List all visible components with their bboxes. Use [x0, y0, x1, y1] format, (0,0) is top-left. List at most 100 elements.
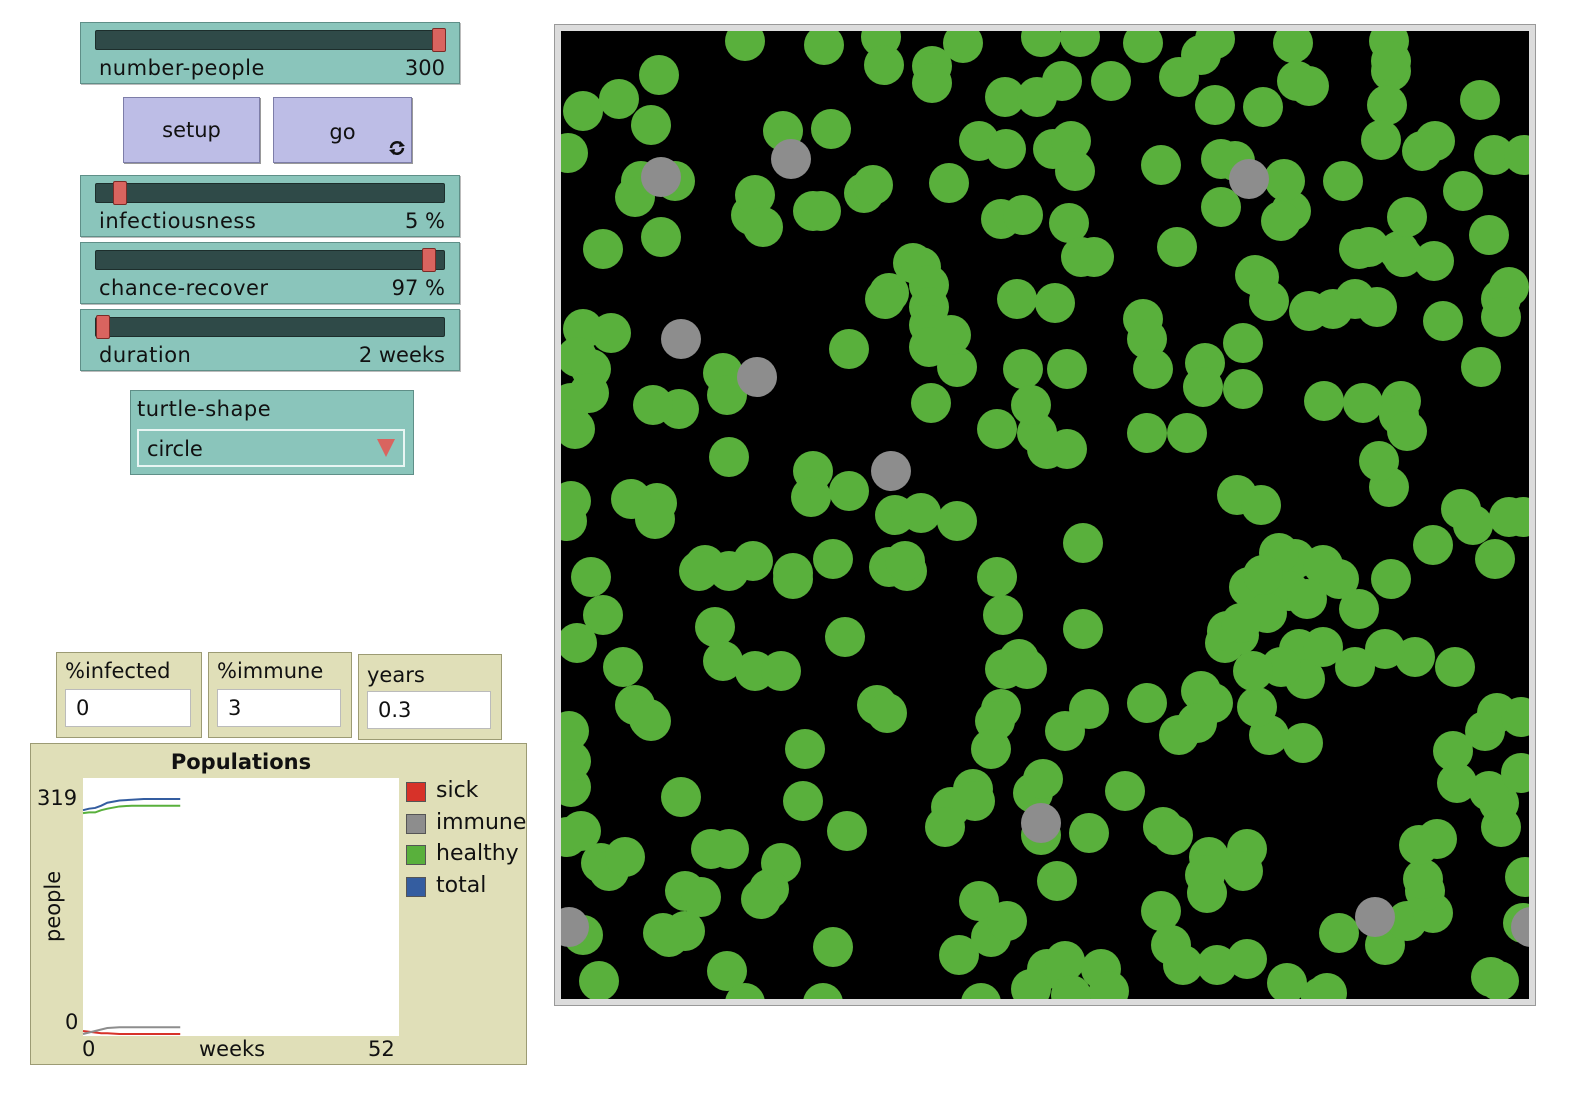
turtle-healthy	[1402, 131, 1442, 171]
turtle-healthy	[885, 541, 925, 581]
world-view[interactable]	[561, 31, 1529, 999]
slider-value: 97 %	[391, 276, 445, 300]
turtle-healthy	[629, 699, 669, 739]
monitor-value-box: 3	[217, 689, 341, 727]
turtle-healthy	[939, 935, 979, 975]
slider-thumb[interactable]	[112, 181, 127, 205]
turtle-healthy	[1223, 369, 1263, 409]
turtle-healthy	[1091, 61, 1131, 101]
turtle-healthy	[743, 207, 783, 247]
turtle-healthy	[603, 647, 643, 687]
slider-track[interactable]	[95, 28, 446, 52]
turtle-healthy	[1359, 441, 1399, 481]
turtle-healthy	[1435, 647, 1475, 687]
slider-duration[interactable]: duration 2 weeks	[80, 309, 460, 371]
legend-swatch	[406, 845, 426, 865]
slider-track[interactable]	[95, 181, 445, 205]
turtle-healthy	[1127, 413, 1167, 453]
turtle-healthy	[635, 499, 675, 539]
turtle-healthy	[1249, 281, 1289, 321]
turtle-healthy	[1167, 413, 1207, 453]
turtle-healthy	[1287, 579, 1327, 619]
slider-thumb[interactable]	[421, 248, 436, 272]
turtle-immune	[1021, 803, 1061, 843]
turtle-healthy	[679, 551, 719, 591]
turtle-healthy	[983, 595, 1023, 635]
turtle-healthy	[912, 63, 952, 103]
turtle-healthy	[1371, 559, 1411, 599]
turtle-healthy	[1003, 349, 1043, 389]
turtle-healthy	[1023, 759, 1063, 799]
turtle-healthy	[1159, 715, 1199, 755]
monitor-value: 0.3	[378, 698, 412, 722]
turtle-healthy	[1261, 201, 1301, 241]
slider-label: chance-recover	[99, 276, 269, 300]
monitor-years: years 0.3	[358, 654, 502, 740]
turtle-healthy	[986, 129, 1026, 169]
turtle-healthy	[829, 329, 869, 369]
x-min-label: 0	[82, 1037, 96, 1061]
x-max-label: 52	[368, 1037, 395, 1061]
legend-label: immune	[436, 810, 527, 835]
turtle-healthy	[1153, 815, 1193, 855]
turtle-healthy	[1007, 649, 1047, 689]
monitor-value-box: 0.3	[367, 691, 491, 729]
slider-infectiousness[interactable]: infectiousness 5 %	[80, 175, 460, 237]
turtle-healthy	[929, 163, 969, 203]
turtle-healthy	[901, 493, 941, 533]
turtle-immune	[737, 357, 777, 397]
turtle-healthy	[1357, 287, 1397, 327]
turtle-immune	[661, 319, 701, 359]
legend-label: total	[436, 873, 487, 898]
turtle-healthy	[867, 693, 907, 733]
turtle-healthy	[1045, 941, 1085, 981]
turtle-healthy	[1303, 627, 1343, 667]
turtle-healthy	[1061, 237, 1101, 277]
turtle-healthy	[1063, 523, 1103, 563]
world-view-frame	[554, 24, 1536, 1006]
dropdown-triangle-icon[interactable]	[377, 439, 395, 457]
turtle-immune	[871, 451, 911, 491]
setup-button-label: setup	[162, 118, 221, 142]
slider-track[interactable]	[95, 315, 445, 339]
turtle-healthy	[801, 191, 841, 231]
turtle-healthy	[639, 55, 679, 95]
turtle-healthy	[1469, 215, 1509, 255]
turtle-healthy	[1361, 120, 1401, 160]
turtle-healthy	[864, 45, 904, 85]
go-button[interactable]: go	[273, 97, 412, 163]
turtle-healthy	[1241, 485, 1281, 525]
turtle-healthy	[1339, 589, 1379, 629]
slider-chance-recover[interactable]: chance-recover 97 %	[80, 242, 460, 304]
x-axis-label: weeks	[199, 1037, 266, 1061]
go-button-label: go	[329, 120, 356, 144]
turtle-healthy	[1367, 85, 1407, 125]
turtle-healthy	[937, 501, 977, 541]
turtle-healthy	[1181, 35, 1221, 75]
turtle-healthy	[1195, 85, 1235, 125]
slider-thumb[interactable]	[432, 28, 446, 52]
turtle-healthy	[569, 373, 609, 413]
turtle-healthy	[791, 477, 831, 517]
turtle-healthy	[1243, 555, 1283, 595]
slider-track[interactable]	[95, 248, 445, 272]
turtle-healthy	[865, 279, 905, 319]
slider-thumb[interactable]	[96, 315, 110, 339]
slider-number-people[interactable]: number-people 300	[80, 22, 460, 84]
y-axis-label: people	[41, 870, 65, 942]
setup-button[interactable]: setup	[123, 97, 260, 163]
turtle-healthy	[1413, 525, 1453, 565]
turtle-healthy	[773, 553, 813, 593]
turtle-healthy	[1127, 683, 1167, 723]
turtle-immune	[1355, 897, 1395, 937]
legend-swatch	[406, 814, 426, 834]
turtle-healthy	[1403, 859, 1443, 899]
turtle-healthy	[563, 91, 603, 131]
chooser-select[interactable]: circle	[137, 429, 405, 467]
turtle-healthy	[1221, 603, 1261, 643]
turtle-shape-chooser[interactable]: turtle-shape circle	[130, 390, 414, 475]
turtle-healthy	[853, 165, 893, 205]
turtle-healthy	[1047, 429, 1087, 469]
slider-label: duration	[99, 343, 192, 367]
turtle-healthy	[1187, 873, 1227, 913]
